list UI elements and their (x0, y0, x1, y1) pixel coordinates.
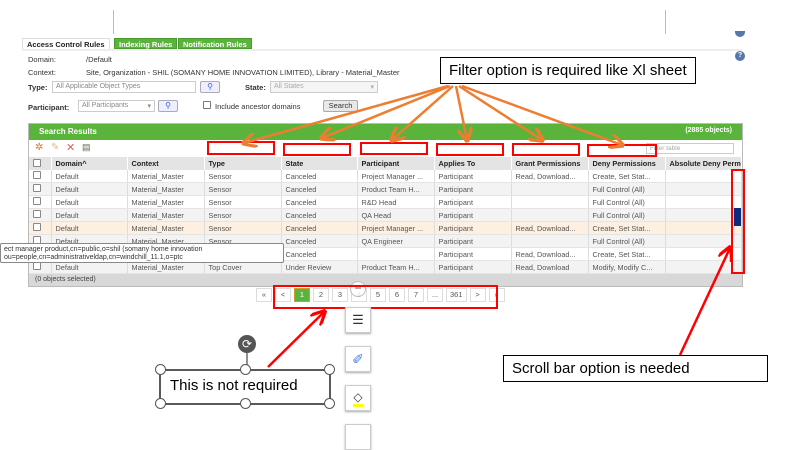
resize-handle[interactable] (240, 398, 251, 409)
resize-handle[interactable] (155, 364, 166, 375)
paint-bucket-icon: ◇ (353, 390, 363, 407)
shape-style-button[interactable]: ✐ (345, 346, 371, 372)
resize-handle[interactable] (324, 364, 335, 375)
resize-handle[interactable] (324, 398, 335, 409)
resize-handle[interactable] (240, 364, 251, 375)
arrow (461, 84, 622, 145)
arrow (322, 84, 451, 138)
brush-icon: ✐ (352, 350, 364, 367)
arrow (454, 85, 467, 140)
not-required-textbox[interactable]: This is not required (170, 377, 298, 394)
shape-fill-button[interactable]: ◇ (345, 385, 371, 411)
arrow (244, 84, 449, 143)
scrollbar-callout: Scroll bar option is needed (503, 355, 768, 382)
filter-callout: Filter option is required like Xl sheet (440, 57, 696, 84)
text-wrap-icon: ☰ (352, 312, 364, 327)
rotate-handle-icon[interactable]: ⟳ (238, 335, 256, 353)
arrow (678, 248, 730, 356)
arrow (458, 84, 542, 140)
arrow (267, 312, 324, 368)
resize-handle[interactable] (155, 398, 166, 409)
layout-options-button[interactable]: ☰ (345, 307, 371, 333)
